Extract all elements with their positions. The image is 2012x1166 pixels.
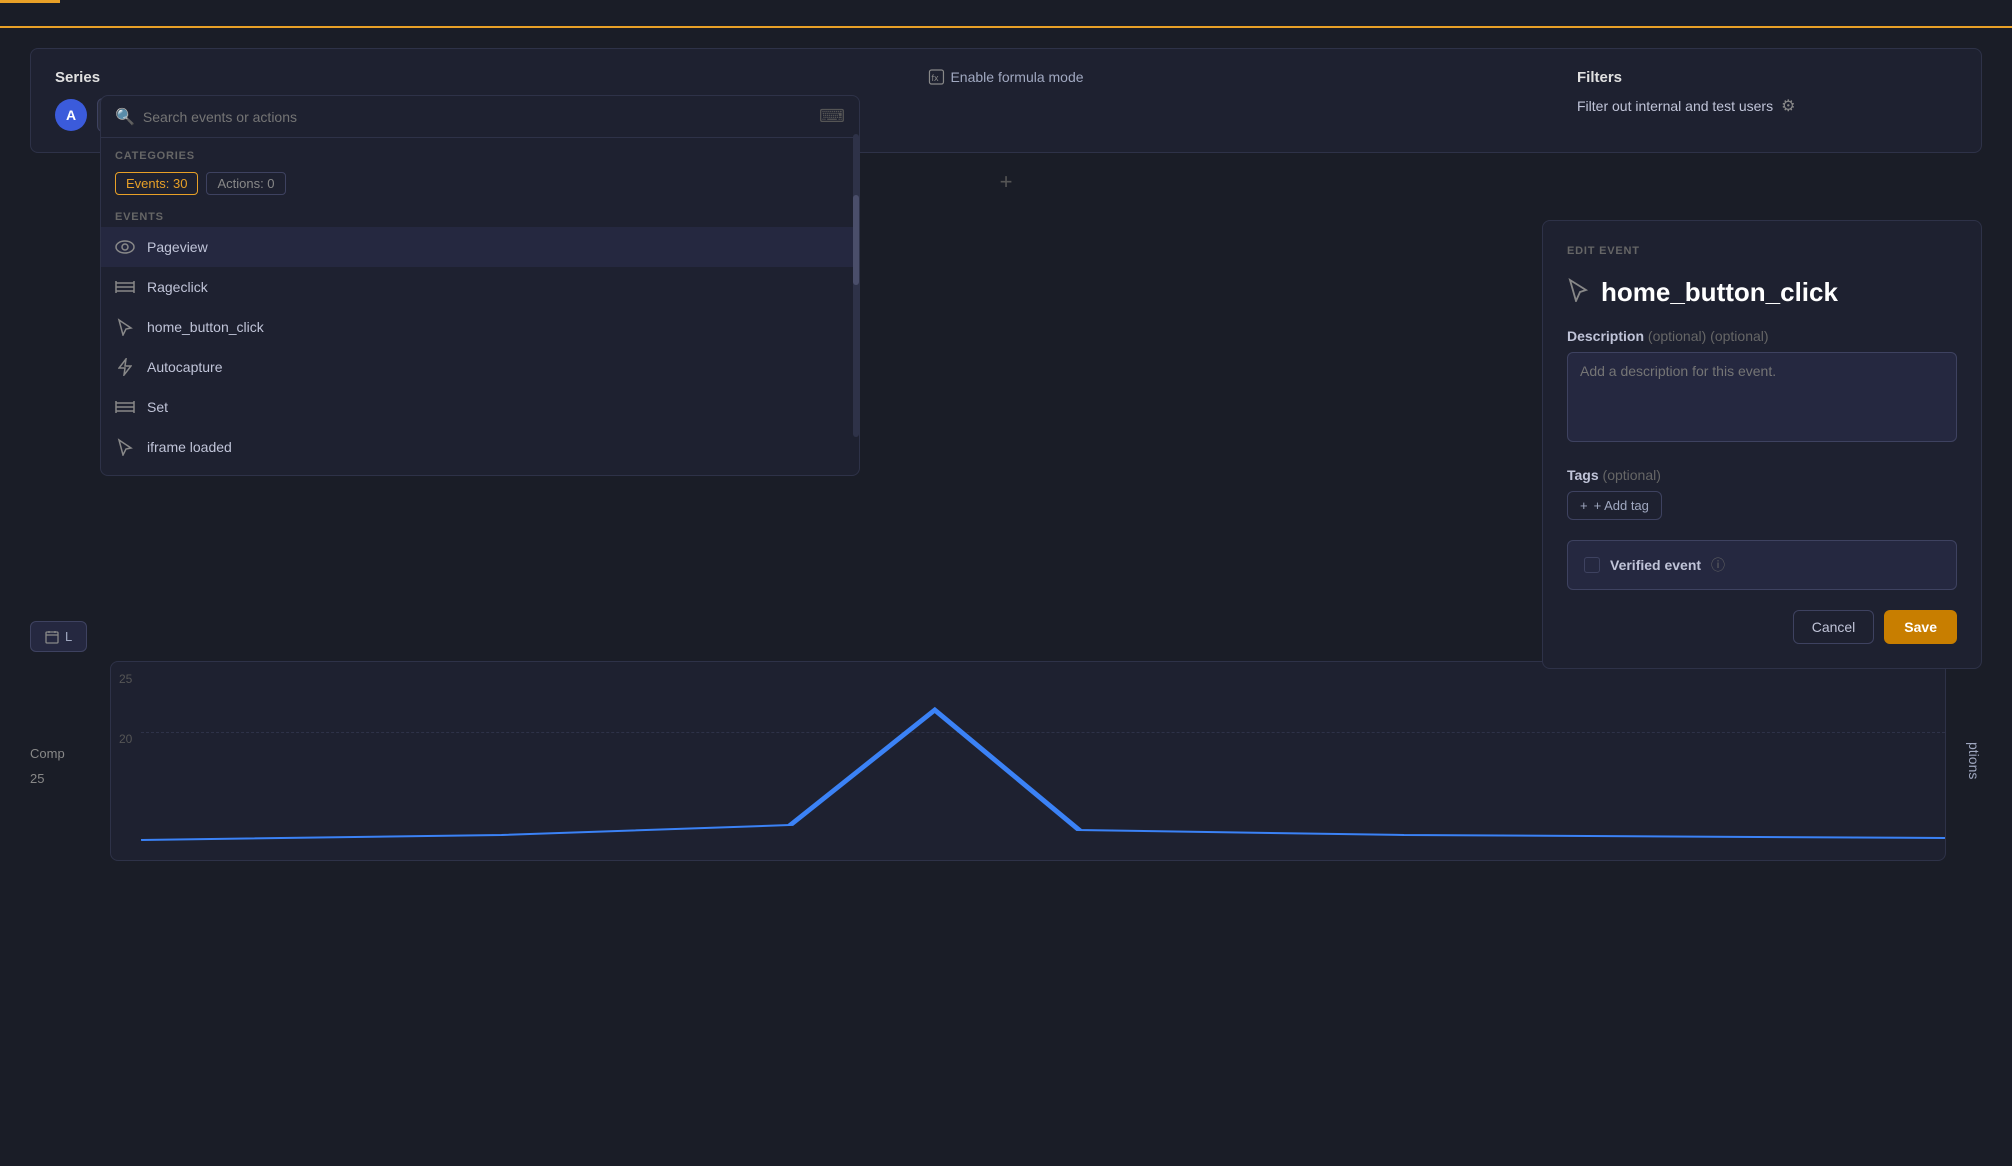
verified-section: Verified event ⓘ [1567,540,1957,590]
top-bar-line [0,0,60,3]
calendar-icon [45,630,59,644]
cancel-button[interactable]: Cancel [1793,610,1875,644]
event-item-home-button-click[interactable]: home_button_click [101,307,859,347]
scrollbar-track[interactable] [853,134,859,437]
category-tags: Events: 30 Actions: 0 [115,172,845,195]
event-item-set[interactable]: Set [101,387,859,427]
filter-item: Filter out internal and test users ⚙ [1577,96,1957,116]
tags-section: Tags (optional) + + Add tag [1567,467,1957,520]
search-icon: 🔍 [115,107,135,127]
event-name-home-button: home_button_click [147,319,264,335]
description-label: Description (optional) (optional) [1567,328,1957,344]
event-name-set: Set [147,399,168,415]
add-tag-label: + Add tag [1594,498,1649,513]
pageview-icon [115,237,135,257]
verified-checkbox[interactable] [1584,557,1600,573]
formula-mode-label: Enable formula mode [950,69,1083,85]
series-avatar: A [55,99,87,131]
events-section: EVENTS Pageview [101,203,859,475]
y-axis-20: 20 [119,732,132,746]
scrollbar-thumb [853,195,859,286]
lightning-icon [115,357,135,377]
options-label[interactable]: ptions [1966,742,1982,779]
comp-label: Comp [30,736,90,771]
event-name-autocapture: Autocapture [147,359,223,375]
action-buttons: Cancel Save [1567,610,1957,644]
formula-mode-btn[interactable]: fx Enable formula mode [928,69,1083,85]
filter-item-text: Filter out internal and test users [1577,98,1773,114]
event-item-autocapture[interactable]: Autocapture [101,347,859,387]
event-name-pageview: Pageview [147,239,208,255]
formula-icon: fx [928,69,944,85]
edit-event-name: home_button_click [1601,277,1838,308]
y-axis-25: 25 [119,672,132,686]
iframe-cursor-icon [115,437,135,457]
events-label: EVENTS [101,211,859,223]
rageclick-icon [115,277,135,297]
svg-text:fx: fx [931,73,939,83]
events-tag[interactable]: Events: 30 [115,172,198,195]
categories-section: CATEGORIES Events: 30 Actions: 0 [101,138,859,203]
tab-label: L [65,629,72,644]
event-cursor-icon [1567,278,1589,308]
edit-event-title: home_button_click [1567,277,1957,308]
description-field: Description (optional) (optional) [1567,328,1957,447]
tags-label: Tags (optional) [1567,467,1957,483]
event-name-iframe: iframe loaded [147,439,232,455]
verified-label: Verified event [1610,557,1701,573]
save-button[interactable]: Save [1884,610,1957,644]
main-container: Series A Pageview ▾ Total count ▾ [0,28,2012,891]
cursor-icon [115,317,135,337]
edit-event-panel: EDIT EVENT home_button_click Description… [1542,220,1982,669]
event-item-pageview[interactable]: Pageview [101,227,859,267]
chart-svg [141,680,1945,860]
gear-icon[interactable]: ⚙ [1781,96,1795,116]
filters-label: Filters [1577,69,1957,86]
filters-area: Filters Filter out internal and test use… [1577,69,1957,116]
search-dropdown-panel: 🔍 ⌨ CATEGORIES Events: 30 Actions: 0 EVE… [100,95,860,476]
edit-event-section-label: EDIT EVENT [1567,245,1957,257]
set-icon [115,397,135,417]
top-bar [0,0,2012,28]
tab-button[interactable]: L [30,621,87,652]
description-textarea[interactable] [1567,352,1957,442]
formula-area: fx Enable formula mode [928,69,1083,85]
categories-label: CATEGORIES [115,150,845,162]
keyboard-icon: ⌨ [819,106,845,127]
event-name-rageclick: Rageclick [147,279,208,295]
info-icon[interactable]: ⓘ [1711,555,1725,575]
search-input[interactable] [143,109,811,125]
actions-tag[interactable]: Actions: 0 [206,172,285,195]
row-25: 25 [30,771,90,786]
search-bar: 🔍 ⌨ [101,96,859,138]
event-item-rageclick[interactable]: Rageclick [101,267,859,307]
event-item-iframe[interactable]: iframe loaded [101,427,859,467]
plus-icon: + [1580,498,1588,513]
add-tag-button[interactable]: + + Add tag [1567,491,1662,520]
